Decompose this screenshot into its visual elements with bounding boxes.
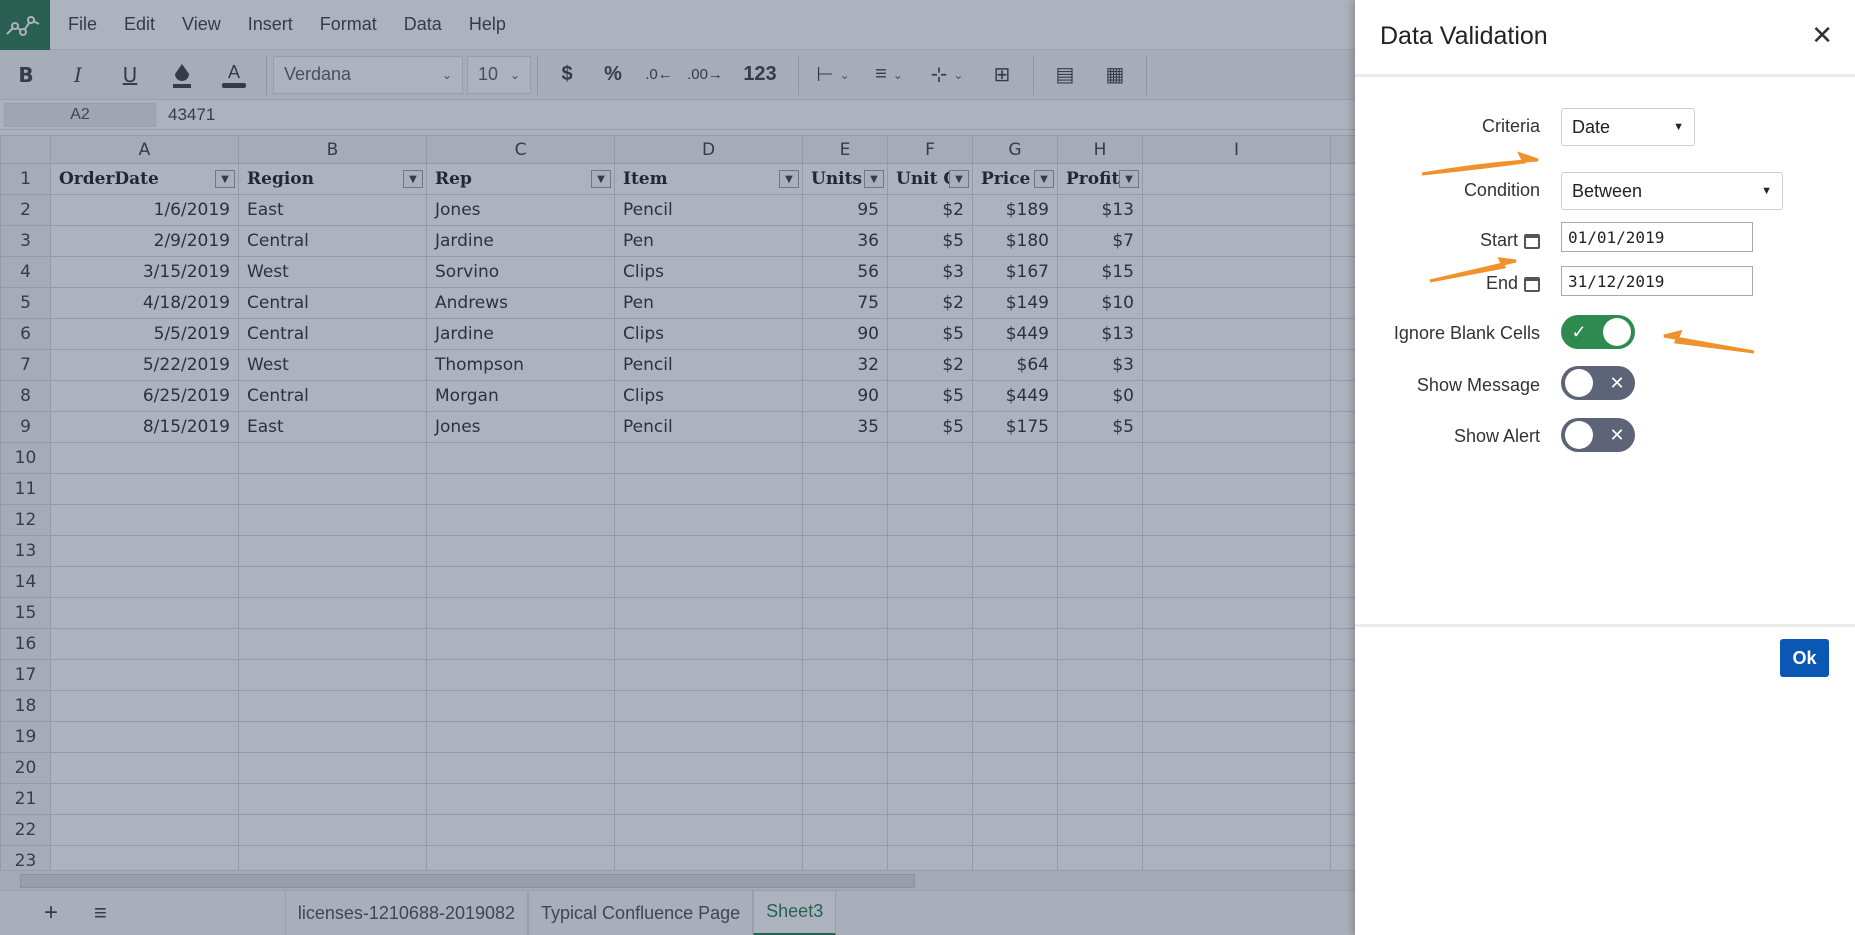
show-message-toggle[interactable]: ✕ [1561,366,1635,400]
dialog-footer-divider [1355,624,1855,627]
annotation-arrow-icon [1421,151,1539,176]
start-date-input[interactable]: 01/01/2019 [1561,222,1753,252]
x-icon: ✕ [1609,424,1625,445]
dialog-header-divider [1355,74,1855,77]
close-icon[interactable]: ✕ [1811,22,1833,48]
toggle-knob [1603,318,1631,346]
x-icon: ✕ [1609,372,1625,393]
show-alert-toggle[interactable]: ✕ [1561,418,1635,452]
calendar-icon [1524,276,1540,292]
ignore-blank-label: Ignore Blank Cells [1393,323,1540,343]
show-alert-label: Show Alert [1453,426,1540,446]
condition-select[interactable]: Between ▼ [1561,172,1783,210]
data-validation-dialog: Data Validation ✕ Criteria Date ▼ Conditi… [1355,0,1855,935]
check-icon: ✓ [1571,321,1587,342]
start-label-group: Start [1355,230,1540,251]
ignore-blank-toggle[interactable]: ✓ [1561,315,1635,349]
caret-down-icon: ▼ [1761,185,1772,197]
app-window: File Edit View Insert Format Data Help B… [0,0,1855,935]
criteria-value: Date [1572,116,1611,137]
criteria-select[interactable]: Date ▼ [1561,108,1695,146]
criteria-label: Criteria [1481,116,1540,136]
condition-value: Between [1572,180,1643,201]
toggle-knob [1565,421,1593,449]
end-date-input[interactable]: 31/12/2019 [1561,266,1753,296]
dialog-title: Data Validation [1380,22,1548,50]
calendar-icon [1524,233,1540,249]
start-label: Start [1479,230,1518,250]
caret-down-icon: ▼ [1673,121,1684,133]
condition-label: Condition [1463,180,1540,200]
show-message-label: Show Message [1416,375,1540,395]
annotation-arrow-icon [1429,257,1517,283]
annotation-arrow-icon [1663,330,1755,354]
toggle-knob [1565,369,1593,397]
ok-button[interactable]: Ok [1780,639,1829,677]
